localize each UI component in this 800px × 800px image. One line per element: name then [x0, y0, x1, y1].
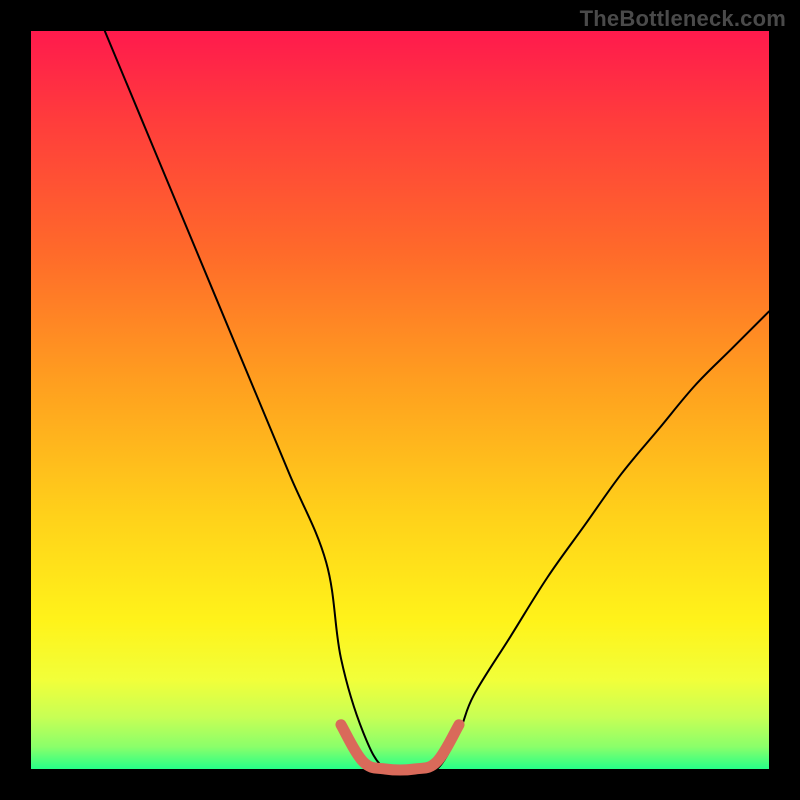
bottleneck-curve	[105, 31, 769, 772]
flat-red-segment	[341, 725, 459, 770]
curve-layer	[31, 31, 769, 769]
watermark-text: TheBottleneck.com	[580, 6, 786, 32]
chart-frame: TheBottleneck.com	[0, 0, 800, 800]
plot-area	[31, 31, 769, 769]
